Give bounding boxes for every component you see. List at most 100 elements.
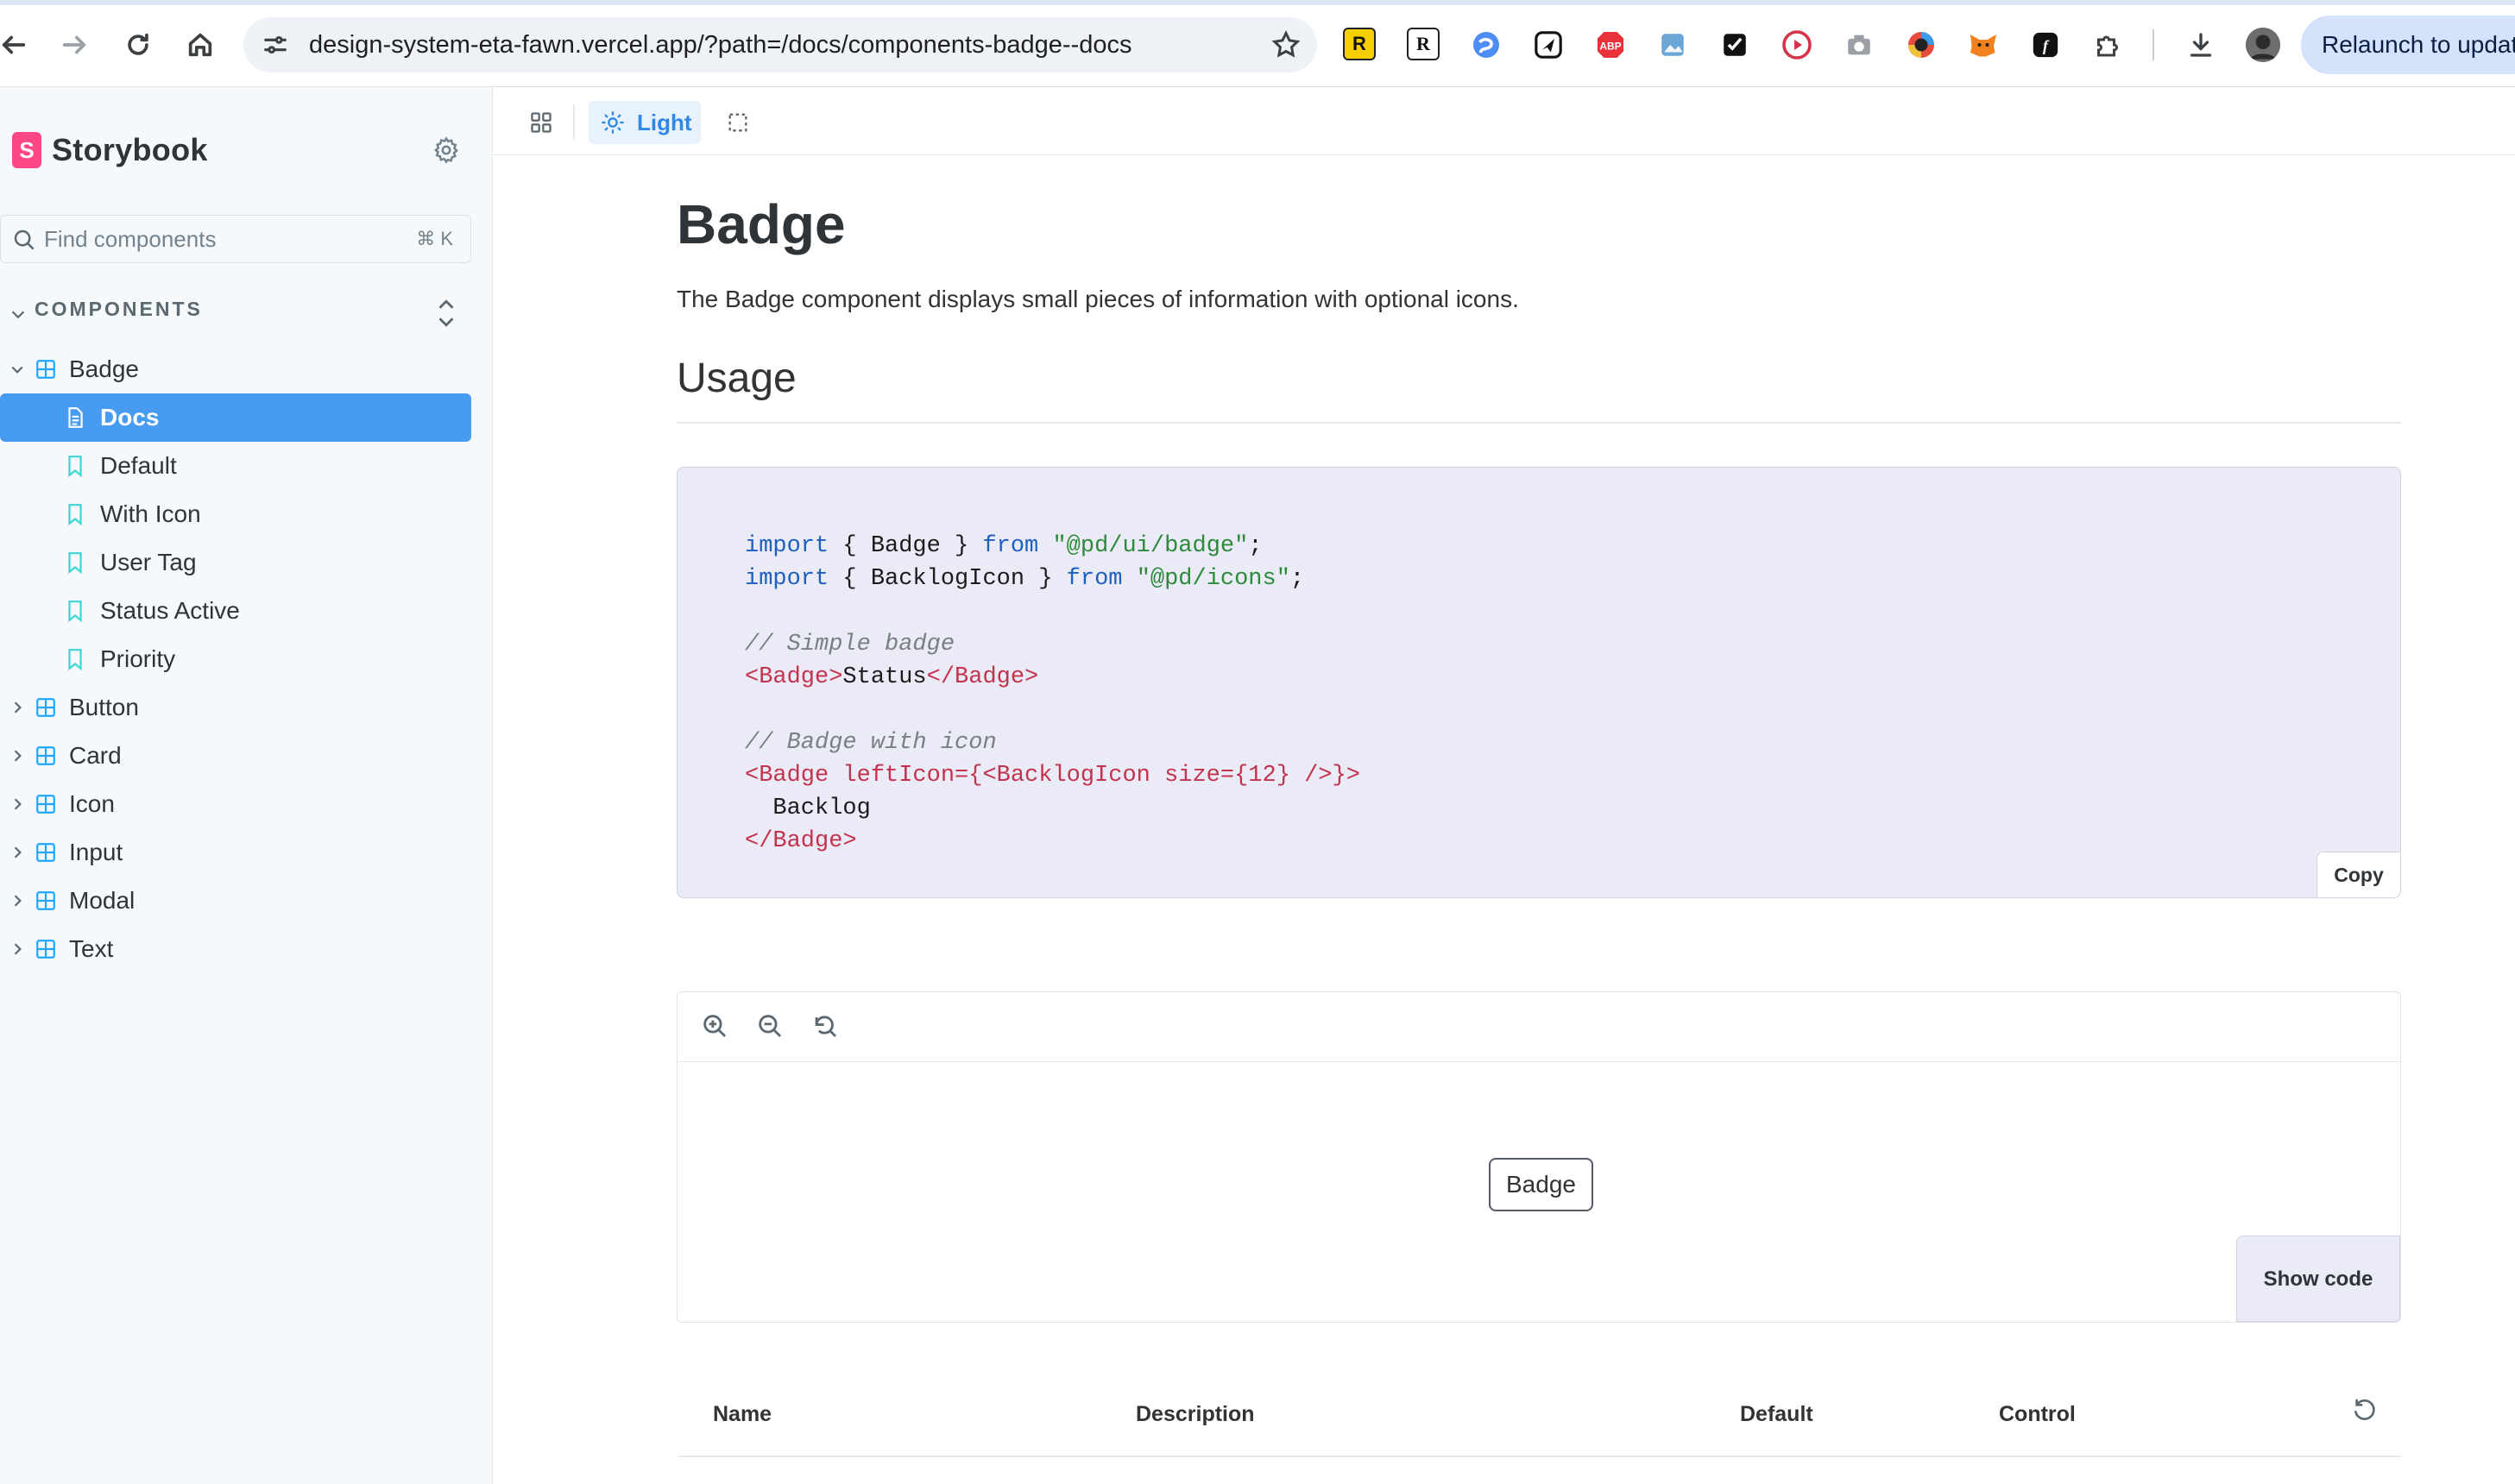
copy-button[interactable]: Copy bbox=[2316, 852, 2400, 897]
chevron-right-icon[interactable] bbox=[9, 892, 26, 909]
tree-component-input[interactable]: Input bbox=[0, 828, 471, 877]
tree-story-docs[interactable]: Docs bbox=[0, 393, 471, 442]
browser-toolbar: design-system-eta-fawn.vercel.app/?path=… bbox=[0, 0, 2515, 87]
tree-story-with-icon[interactable]: With Icon bbox=[0, 490, 471, 538]
component-icon bbox=[36, 698, 55, 717]
arrow-right-icon bbox=[62, 35, 86, 54]
tree-item-label: Text bbox=[69, 935, 114, 962]
home-button[interactable] bbox=[174, 19, 226, 71]
code-token: from bbox=[982, 533, 1039, 559]
zoom-out-icon[interactable] bbox=[755, 1011, 785, 1041]
reload-button[interactable] bbox=[112, 19, 164, 71]
chevron-right-icon[interactable] bbox=[9, 844, 26, 861]
search-placeholder: Find components bbox=[44, 226, 217, 252]
storybook-logo: S bbox=[12, 132, 41, 168]
code-comment: // Badge with icon bbox=[745, 730, 997, 756]
code-block[interactable]: import { Badge } from "@pd/ui/badge"; im… bbox=[677, 467, 2401, 898]
site-settings-icon[interactable] bbox=[261, 30, 290, 60]
component-icon bbox=[36, 795, 55, 814]
extension-label: R bbox=[1352, 33, 1366, 54]
extension-color-icon[interactable] bbox=[1904, 28, 1938, 62]
toolbar-divider bbox=[2153, 29, 2154, 60]
tree-component-modal[interactable]: Modal bbox=[0, 877, 471, 925]
code-token: ; bbox=[1289, 566, 1305, 592]
reset-controls-icon[interactable] bbox=[2351, 1397, 2379, 1424]
extension-function-icon[interactable]: f bbox=[2028, 28, 2063, 62]
zoom-in-icon[interactable] bbox=[700, 1011, 729, 1041]
tree-component-button[interactable]: Button bbox=[0, 683, 471, 732]
component-icon bbox=[36, 843, 55, 862]
page-title: Badge bbox=[677, 193, 846, 255]
grid-icon bbox=[531, 112, 552, 133]
tree-component-card[interactable]: Card bbox=[0, 732, 471, 780]
storybook-brand[interactable]: S Storybook bbox=[12, 132, 208, 168]
components-section-title[interactable]: COMPONENTS bbox=[35, 298, 203, 321]
collapse-expand-icon[interactable] bbox=[433, 296, 459, 330]
table-header-divider bbox=[678, 1456, 2401, 1457]
bookmark-icon bbox=[68, 504, 82, 525]
extension-play-icon[interactable] bbox=[1780, 28, 1814, 62]
extension-r-icon[interactable]: R bbox=[1407, 28, 1440, 60]
extension-label: R bbox=[1416, 33, 1430, 54]
extensions-puzzle-icon[interactable] bbox=[2090, 28, 2125, 62]
extension-picture-icon[interactable] bbox=[1655, 28, 1690, 62]
theme-toggle-button[interactable]: Light bbox=[589, 101, 701, 144]
chevron-right-icon[interactable] bbox=[9, 699, 26, 716]
reload-icon bbox=[128, 33, 148, 55]
settings-gear-icon[interactable] bbox=[432, 135, 461, 165]
back-button[interactable] bbox=[0, 19, 40, 71]
search-input[interactable]: Find components ⌘ K bbox=[0, 215, 471, 263]
tree-component-text[interactable]: Text bbox=[0, 925, 471, 973]
chevron-down-icon[interactable] bbox=[9, 361, 26, 378]
show-code-button[interactable]: Show code bbox=[2236, 1236, 2400, 1322]
code-token: import bbox=[745, 566, 829, 592]
preview-toolbar-zoom bbox=[678, 992, 2400, 1062]
code-token: <Badge leftIcon={<BacklogIcon size={12} … bbox=[745, 763, 1360, 789]
tree-story-default[interactable]: Default bbox=[0, 442, 471, 490]
code-token: from bbox=[1066, 566, 1123, 592]
tree-item-label: User Tag bbox=[100, 549, 197, 575]
tree-component-badge[interactable]: Badge bbox=[0, 345, 471, 393]
code-token: </Badge> bbox=[745, 828, 857, 854]
column-header-control: Control bbox=[1999, 1402, 2076, 1426]
chevron-right-icon[interactable] bbox=[9, 747, 26, 764]
tree-component-icon[interactable]: Icon bbox=[0, 780, 471, 828]
relaunch-button[interactable]: Relaunch to updat bbox=[2301, 16, 2515, 74]
outline-icon bbox=[728, 113, 747, 132]
tree-item-label: Modal bbox=[69, 887, 136, 914]
chevron-down-icon[interactable] bbox=[9, 305, 28, 324]
extension-check-icon[interactable] bbox=[1718, 28, 1752, 62]
bookmark-icon bbox=[68, 601, 82, 622]
toolbar-separator bbox=[573, 104, 575, 139]
column-header-name: Name bbox=[713, 1402, 772, 1426]
extension-camera-icon[interactable] bbox=[1842, 28, 1876, 62]
extension-r-yellow-icon[interactable]: R bbox=[1343, 28, 1376, 60]
address-bar[interactable]: design-system-eta-fawn.vercel.app/?path=… bbox=[243, 17, 1317, 72]
forward-button[interactable] bbox=[48, 19, 100, 71]
downloads-icon[interactable] bbox=[2184, 28, 2218, 62]
grid-toggle-button[interactable] bbox=[520, 101, 563, 144]
brand-name: Storybook bbox=[52, 132, 208, 167]
tree-story-user-tag[interactable]: User Tag bbox=[0, 538, 471, 587]
outline-toggle-button[interactable] bbox=[716, 101, 760, 144]
bookmark-icon bbox=[68, 552, 82, 574]
tree-story-priority[interactable]: Priority bbox=[0, 635, 471, 683]
tree-item-label: Card bbox=[69, 742, 122, 769]
extension-abp-icon[interactable]: ABP bbox=[1593, 28, 1628, 62]
tree-item-label: Badge bbox=[69, 355, 139, 382]
profile-avatar[interactable] bbox=[2246, 28, 2280, 62]
search-icon bbox=[14, 230, 35, 250]
chevron-right-icon[interactable] bbox=[9, 940, 26, 958]
tree-story-status-active[interactable]: Status Active bbox=[0, 587, 471, 635]
extension-fox-icon[interactable] bbox=[1966, 28, 2001, 62]
bookmark-star-icon[interactable] bbox=[1270, 29, 1302, 60]
zoom-reset-icon[interactable] bbox=[810, 1011, 840, 1041]
code-token: import bbox=[745, 533, 829, 559]
component-icon bbox=[36, 746, 55, 765]
extension-swirl-icon[interactable] bbox=[1469, 28, 1503, 62]
tree-item-label: Input bbox=[69, 839, 123, 865]
chevron-right-icon[interactable] bbox=[9, 795, 26, 813]
document-icon bbox=[68, 407, 83, 428]
component-icon bbox=[36, 360, 55, 379]
extension-send-icon[interactable] bbox=[1531, 28, 1566, 62]
